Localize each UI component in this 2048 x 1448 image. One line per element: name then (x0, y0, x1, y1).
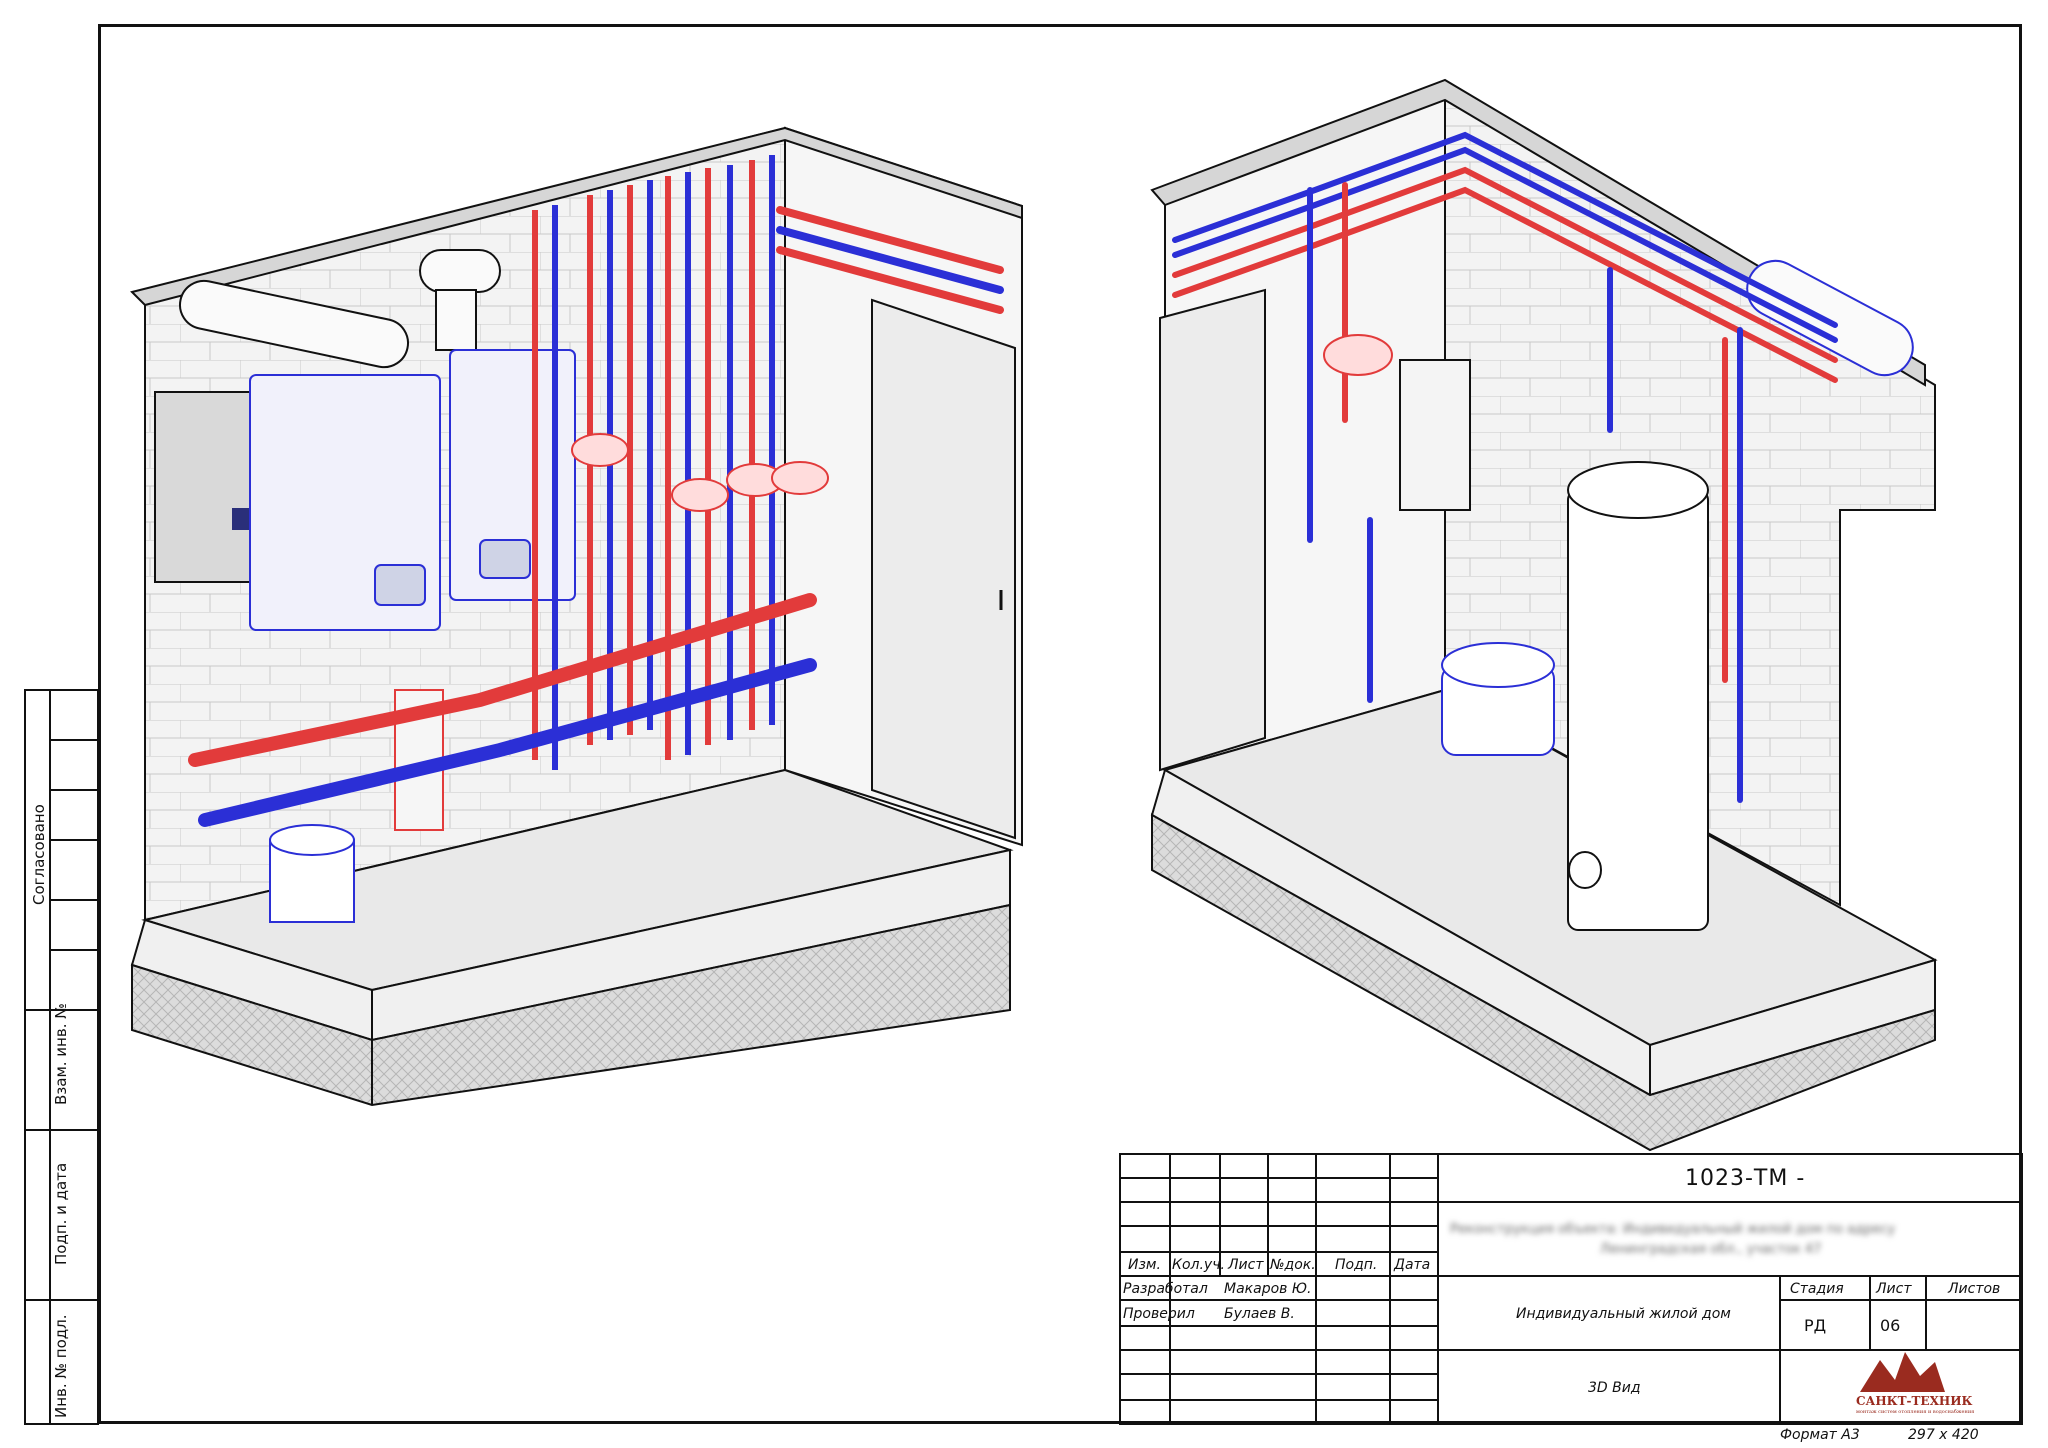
stage-label: Стадия (1790, 1281, 1844, 1297)
blurred-address-1: Реконструкция объекта: Индивидуальный жи… (1450, 1222, 1896, 1237)
format-size: 297 x 420 (1908, 1427, 1979, 1443)
format-label: Формат А3 (1780, 1427, 1860, 1443)
side-label-orig-no: Инв. № подл. (52, 1314, 70, 1418)
stage-value: РД (1804, 1316, 1827, 1335)
row-name-developer: Макаров Ю. (1224, 1281, 1312, 1297)
sheet-label: Лист (1876, 1281, 1912, 1297)
logo-sub: монтаж систем отопления и водоснабжения (1856, 1409, 1975, 1415)
col-header-list: Лист (1228, 1257, 1264, 1273)
sheets-label: Листов (1948, 1281, 2001, 1297)
blurred-address-2: Ленинградская обл., участок 47 (1600, 1242, 1822, 1257)
sheet-frame (98, 24, 2022, 1424)
col-header-kol: Кол.уч. (1172, 1257, 1225, 1273)
row-name-checker: Булаев В. (1224, 1306, 1295, 1322)
col-header-doc: №док. (1270, 1257, 1316, 1273)
logo-name: САНКТ-ТЕХНИК (1856, 1394, 1973, 1408)
object-name: Индивидуальный жилой дом (1516, 1306, 1731, 1322)
sheet-value: 06 (1880, 1316, 1901, 1335)
sheet-name: 3D Вид (1588, 1380, 1641, 1396)
col-header-sign: Подп. (1335, 1257, 1378, 1273)
side-label-ref-no: Взам. инв. № (52, 1003, 70, 1105)
row-role-checker: Проверил (1123, 1306, 1195, 1322)
col-header-izm: Изм. (1128, 1257, 1161, 1273)
col-header-date: Дата (1394, 1257, 1431, 1273)
side-label-sign-date: Подп. и дата (52, 1162, 70, 1265)
row-role-developer: Разработал (1123, 1281, 1208, 1297)
doc-code: 1023-ТМ - (1685, 1166, 1806, 1191)
side-label-agreed: Согласовано (30, 804, 48, 905)
